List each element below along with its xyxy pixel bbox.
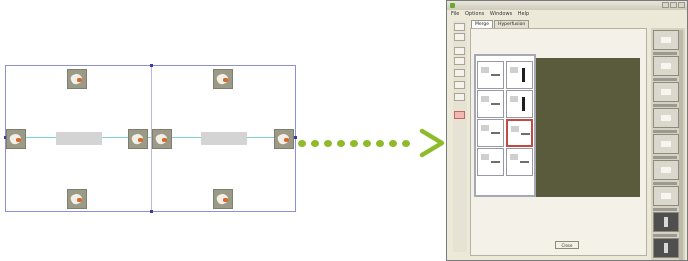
tool-button[interactable]	[454, 57, 465, 65]
anchor-dot	[150, 64, 153, 67]
thumbnail[interactable]	[477, 119, 504, 147]
thumbnail[interactable]	[506, 61, 533, 89]
layer-thumbnail[interactable]	[653, 82, 679, 102]
tool-button[interactable]	[454, 23, 465, 31]
menu-item-options[interactable]: Options	[465, 10, 484, 18]
tool-strip	[453, 21, 467, 252]
layer-thumbnail[interactable]	[653, 160, 679, 180]
close-panel-button[interactable]: Close	[555, 241, 579, 249]
layer-thumbnail[interactable]	[653, 212, 679, 232]
minimize-button[interactable]	[662, 2, 669, 8]
tile-mid-center	[152, 129, 172, 149]
layer-thumbnail[interactable]	[653, 30, 679, 50]
arrow-dot	[376, 140, 384, 147]
layer-label-bar	[653, 156, 677, 159]
thumbnail[interactable]	[477, 90, 504, 118]
arrow-dot	[337, 140, 345, 147]
arrow-dot	[350, 140, 358, 147]
window-controls	[662, 2, 685, 8]
layer-thumbnail[interactable]	[653, 238, 679, 258]
baseline	[6, 137, 295, 138]
tile-mid-left-outer	[6, 129, 26, 149]
layer-label-bar	[653, 130, 677, 133]
anchor-dot	[294, 136, 297, 139]
arrow-dot	[311, 140, 319, 147]
tool-button[interactable]	[454, 81, 465, 89]
tile-top-left	[67, 69, 87, 89]
layer-thumbnail[interactable]	[653, 56, 679, 76]
tool-button-active[interactable]	[454, 111, 465, 119]
tile-mid-right-outer	[274, 129, 294, 149]
tile-mid-left-inner	[128, 129, 148, 149]
menu-bar: File Options Windows Help	[447, 10, 687, 18]
close-button[interactable]	[678, 2, 685, 8]
tab-merge[interactable]: Merge	[471, 20, 494, 28]
tile-top-right	[213, 69, 233, 89]
app-window: File Options Windows Help Merge Hyperfus…	[446, 0, 688, 261]
tool-button[interactable]	[454, 33, 465, 41]
layer-label-bar	[653, 78, 677, 81]
arrow-dot	[324, 140, 332, 147]
tab-hyperfusion[interactable]: Hyperfusion	[494, 20, 530, 28]
chevron-right-icon	[419, 128, 445, 158]
layout-diagram	[4, 64, 297, 213]
layer-label-bar	[653, 234, 677, 237]
tool-button[interactable]	[454, 47, 465, 55]
arrow-dot	[402, 140, 410, 147]
tool-button[interactable]	[454, 69, 465, 77]
app-icon	[450, 3, 455, 8]
thumbnail[interactable]	[506, 90, 533, 118]
layers-strip	[651, 28, 685, 260]
thumbnail[interactable]	[477, 148, 504, 176]
arrow-dot	[363, 140, 371, 147]
thumbnail[interactable]	[506, 148, 533, 176]
menu-item-help[interactable]: Help	[518, 10, 529, 18]
arrow-dot	[298, 140, 306, 147]
maximize-button[interactable]	[670, 2, 677, 8]
layer-thumbnail[interactable]	[653, 108, 679, 128]
layers-scrollbar[interactable]	[679, 30, 683, 260]
layer-label-bar	[653, 208, 677, 211]
tile-bottom-left	[67, 189, 87, 209]
layer-thumbnail[interactable]	[653, 186, 679, 206]
thumbnail[interactable]	[477, 61, 504, 89]
anchor-dot	[150, 210, 153, 213]
menu-item-file[interactable]: File	[451, 10, 459, 18]
layer-label-bar	[653, 52, 677, 55]
preview-canvas[interactable]	[534, 58, 640, 197]
layer-thumbnail[interactable]	[653, 134, 679, 154]
placeholder-bar	[201, 132, 247, 145]
tab-bar: Merge Hyperfusion	[471, 20, 530, 28]
thumbnail-selected[interactable]	[506, 119, 533, 147]
tile-bottom-right	[213, 189, 233, 209]
layer-label-bar	[653, 104, 677, 107]
placeholder-bar	[56, 132, 102, 145]
thumbnail-grid	[474, 54, 536, 197]
arrow-dot	[389, 140, 397, 147]
tool-button[interactable]	[454, 93, 465, 101]
layer-label-bar	[653, 182, 677, 185]
menu-item-windows[interactable]: Windows	[490, 10, 512, 18]
